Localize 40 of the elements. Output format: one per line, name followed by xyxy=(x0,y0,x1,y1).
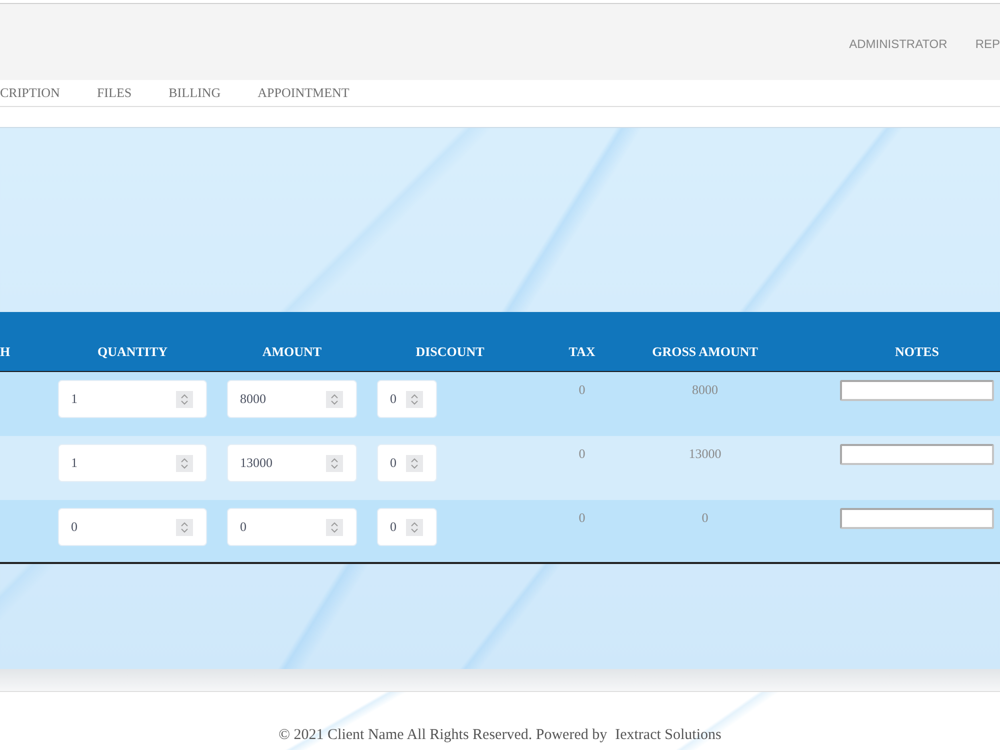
amount-field[interactable]: 13000 xyxy=(227,444,357,482)
up-down-chevrons-icon[interactable] xyxy=(406,390,423,408)
up-down-chevrons-icon[interactable] xyxy=(326,454,343,472)
up-down-chevrons-icon[interactable] xyxy=(326,518,343,536)
column-header: AMOUNT xyxy=(262,344,322,360)
quantity-field[interactable]: 1 xyxy=(58,380,207,418)
up-down-chevrons-icon[interactable] xyxy=(176,454,193,472)
copyright-text: © 2021 Client Name All Rights Reserved. Powered by xyxy=(278,727,608,744)
amount-field[interactable]: 8000 xyxy=(227,380,357,418)
column-header: H xyxy=(0,344,10,360)
discount-field[interactable]: 0 xyxy=(377,380,437,418)
column-header: TAX xyxy=(568,344,596,360)
tab[interactable]: CRIPTION xyxy=(0,83,60,103)
discount-field[interactable]: 0 xyxy=(377,508,437,546)
notes-field[interactable] xyxy=(840,380,994,401)
column-header: DISCOUNT xyxy=(416,344,484,360)
notes-field[interactable] xyxy=(840,444,994,465)
up-down-chevrons-icon[interactable] xyxy=(406,518,423,536)
company-link[interactable]: Iextract Solutions xyxy=(615,727,722,744)
discount-field[interactable]: 0 xyxy=(377,444,437,482)
tab[interactable]: BILLING xyxy=(168,83,221,103)
tab[interactable]: APPOINTMENT xyxy=(258,83,350,103)
up-down-chevrons-icon[interactable] xyxy=(176,518,193,536)
tab[interactable]: FILES xyxy=(96,83,132,103)
notes-field[interactable] xyxy=(840,508,994,529)
up-down-chevrons-icon[interactable] xyxy=(406,454,423,472)
column-header: NOTES xyxy=(894,344,940,360)
tax-amount: 0 xyxy=(578,510,586,526)
quantity-field[interactable]: 0 xyxy=(58,508,207,546)
up-down-chevrons-icon[interactable] xyxy=(176,390,193,408)
gross-amount: 13000 xyxy=(688,446,722,462)
amount-field[interactable]: 0 xyxy=(227,508,357,546)
gross-amount: 8000 xyxy=(692,382,718,398)
quantity-field[interactable]: 1 xyxy=(58,444,207,482)
tax-amount: 0 xyxy=(578,446,586,462)
gross-amount: 0 xyxy=(702,510,708,526)
column-header: GROSS AMOUNT xyxy=(652,344,758,360)
tax-amount: 0 xyxy=(578,382,586,398)
column-header: QUANTITY xyxy=(97,344,168,360)
up-down-chevrons-icon[interactable] xyxy=(326,390,343,408)
